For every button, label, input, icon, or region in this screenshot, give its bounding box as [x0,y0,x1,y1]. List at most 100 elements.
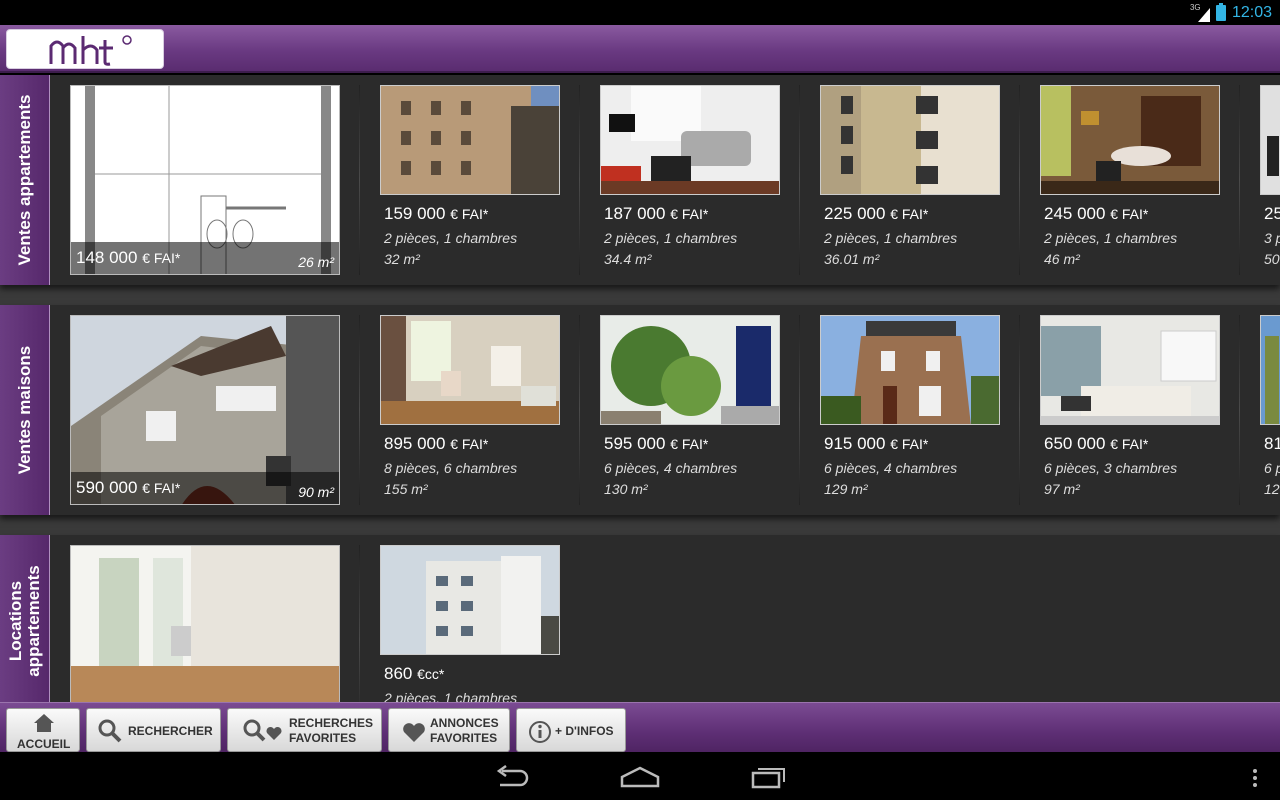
listing-price: 650 000 [1044,434,1106,453]
listing-price: 159 000 [384,204,446,223]
listing-rooms: 6 pièces, 4 chambres [824,460,958,476]
status-bar: 3G 12:03 [0,0,1280,25]
listing-price: 860 [384,664,413,683]
listing-rooms: 2 pièces, 1 chambres [384,230,518,246]
heart-icon [403,723,425,742]
listing-photo [380,545,560,655]
listing-card[interactable]: 159 000 € FAI* 2 pièces, 1 chambres 32 m… [380,85,560,280]
section-ventes-maisons: Ventes maisons 590 000 € FAI* 90 m² 895 [0,305,1280,515]
listing-surface: 46 m² [1044,251,1080,267]
listing-photo [600,85,780,195]
listings-area[interactable]: Ventes appartements 148 000 € FAI* 26 m² [0,75,1280,702]
section-title: Ventes maisons [15,345,34,475]
search-icon [98,719,122,743]
favorite-ads-button[interactable]: ANNONCES FAVORITES [388,708,510,752]
featured-listing[interactable]: 148 000 € FAI* 26 m² [70,85,340,275]
section-tab[interactable]: Ventes appartements [0,75,50,285]
listing-card[interactable]: 25 3 p 50 [1260,85,1280,280]
logo-mark [49,35,132,66]
listing-card[interactable]: 225 000 € FAI* 2 pièces, 1 chambres 36.0… [820,85,1000,280]
listing-rooms: 2 pièces, 1 chambres [824,230,958,246]
listing-rooms: 2 pièces, 1 chambres [1044,230,1178,246]
price-unit: € FAI* [142,480,181,496]
listing-rooms: 3 p [1264,230,1280,246]
listing-photo [600,315,780,425]
listing-photo [380,315,560,425]
apartment-image [71,546,339,702]
listing-surface: 36.01 m² [824,251,880,267]
favorite-searches-label: RECHERCHES FAVORITES [289,716,374,745]
featured-area: 26 m² [298,254,334,270]
listing-surface: 32 m² [384,251,420,267]
listing-card[interactable]: 860 €cc* 2 pièces, 1 chambres [380,545,560,702]
favorite-searches-button[interactable]: RECHERCHES FAVORITES [227,708,382,752]
listing-card[interactable]: 187 000 € FAI* 2 pièces, 1 chambres 34.4… [600,85,780,280]
listing-card[interactable]: 595 000 € FAI* 6 pièces, 4 chambres 130 … [600,315,780,510]
listing-surface: 50 [1264,251,1280,267]
listing-surface: 130 m² [604,481,648,497]
listing-photo [1040,85,1220,195]
search-button[interactable]: RECHERCHER [86,708,221,752]
listing-card[interactable]: 81 6 p 12 [1260,315,1280,510]
section-title: Ventes appartements [15,94,34,266]
recent-apps-icon[interactable] [751,765,787,789]
listing-card[interactable]: 915 000 € FAI* 6 pièces, 4 chambres 129 … [820,315,1000,510]
home-nav-icon[interactable] [620,766,660,788]
listing-surface: 97 m² [1044,481,1080,497]
listing-photo [820,315,1000,425]
listing-surface: 129 m² [824,481,868,497]
listing-photo [1040,315,1220,425]
overflow-menu-icon[interactable] [1252,768,1258,788]
listing-photo [1260,315,1280,425]
back-icon[interactable] [494,765,530,789]
signal-icon: 3G [1190,3,1210,22]
clock: 12:03 [1231,3,1272,21]
home-icon [34,714,54,732]
listing-price: 915 000 [824,434,886,453]
listing-rooms: 6 p [1264,460,1280,476]
listing-price: 225 000 [824,204,886,223]
listing-card[interactable]: 245 000 € FAI* 2 pièces, 1 chambres 46 m… [1040,85,1220,280]
info-button[interactable]: + D'INFOS [516,708,626,752]
listing-price: 187 000 [604,204,666,223]
search-heart-icon [243,719,282,742]
listing-price: 245 000 [1044,204,1106,223]
info-label: + D'INFOS [555,724,614,738]
listing-rooms: 6 pièces, 4 chambres [604,460,738,476]
section-tab[interactable]: Ventes maisons [0,305,50,515]
listing-surface: 12 [1264,481,1280,497]
listing-photo [1260,85,1280,195]
price-unit: € FAI* [142,250,181,266]
featured-area: 90 m² [298,484,334,500]
section-tab[interactable]: Locations appartements [0,535,50,702]
listing-photo [380,85,560,195]
featured-price: 590 000 [76,478,138,497]
featured-listing[interactable]: 590 000 € FAI* 90 m² [70,315,340,505]
search-label: RECHERCHER [128,724,213,738]
listing-price: 81 [1264,434,1280,453]
listing-rooms: 8 pièces, 6 chambres [384,460,518,476]
info-icon [529,721,551,743]
home-button[interactable]: ACCUEIL [6,708,80,752]
section-title: Locations appartements [6,565,43,677]
listing-rooms: 2 pièces, 1 chambres [384,690,518,702]
listing-photo [820,85,1000,195]
section-ventes-appartements: Ventes appartements 148 000 € FAI* 26 m² [0,75,1280,285]
bottom-nav: ACCUEIL RECHERCHER RECHERCHES FAVORITES A… [0,702,1280,752]
app-header [0,25,1280,73]
listing-rooms: 2 pièces, 1 chambres [604,230,738,246]
featured-listing[interactable] [70,545,340,702]
home-label: ACCUEIL [17,737,71,751]
section-locations-appartements: Locations appartements 860 €cc* 2 pièces… [0,535,1280,702]
battery-icon [1215,2,1226,21]
system-nav-bar [0,752,1280,800]
listing-card[interactable]: 895 000 € FAI* 8 pièces, 6 chambres 155 … [380,315,560,510]
listing-card[interactable]: 650 000 € FAI* 6 pièces, 3 chambres 97 m… [1040,315,1220,510]
listing-price: 895 000 [384,434,446,453]
listing-price: 25 [1264,204,1280,223]
logo[interactable] [6,29,164,69]
listing-surface: 34.4 m² [604,251,652,267]
listing-rooms: 6 pièces, 3 chambres [1044,460,1178,476]
listing-price: 595 000 [604,434,666,453]
featured-price: 148 000 [76,248,138,267]
